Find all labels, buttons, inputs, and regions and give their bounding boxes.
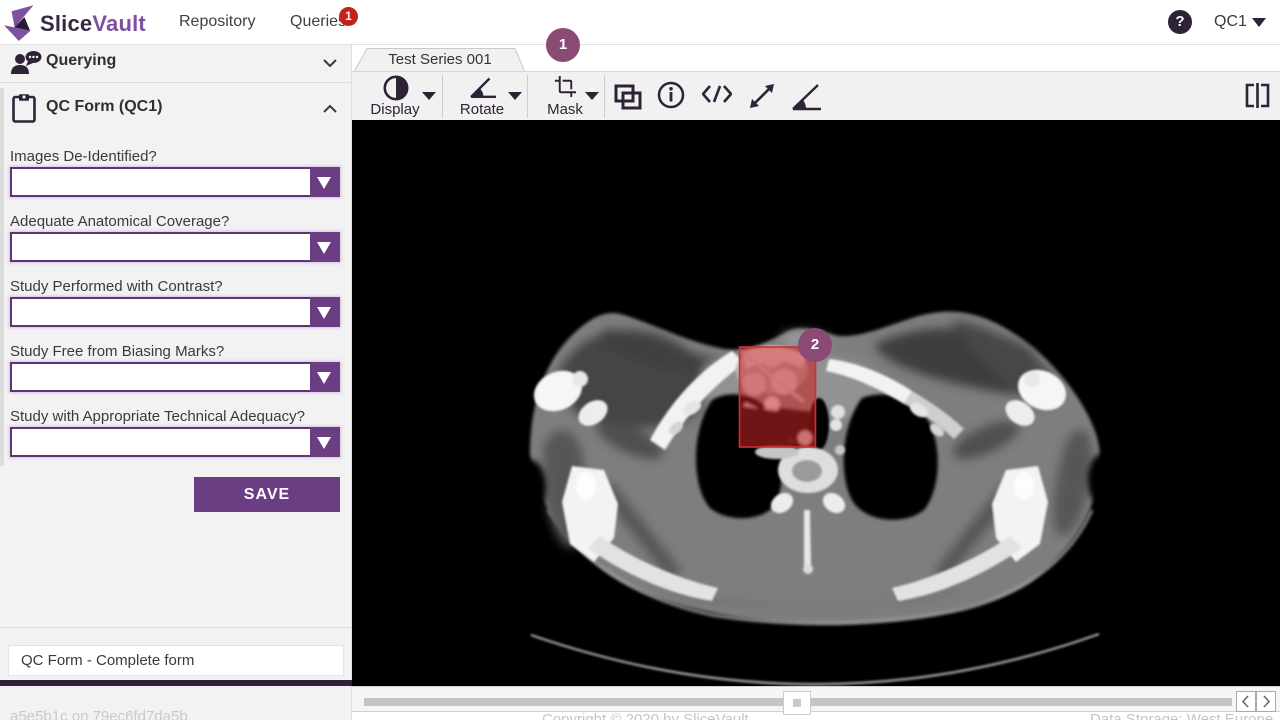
svg-text:Test Series 001: Test Series 001 [388, 51, 491, 68]
